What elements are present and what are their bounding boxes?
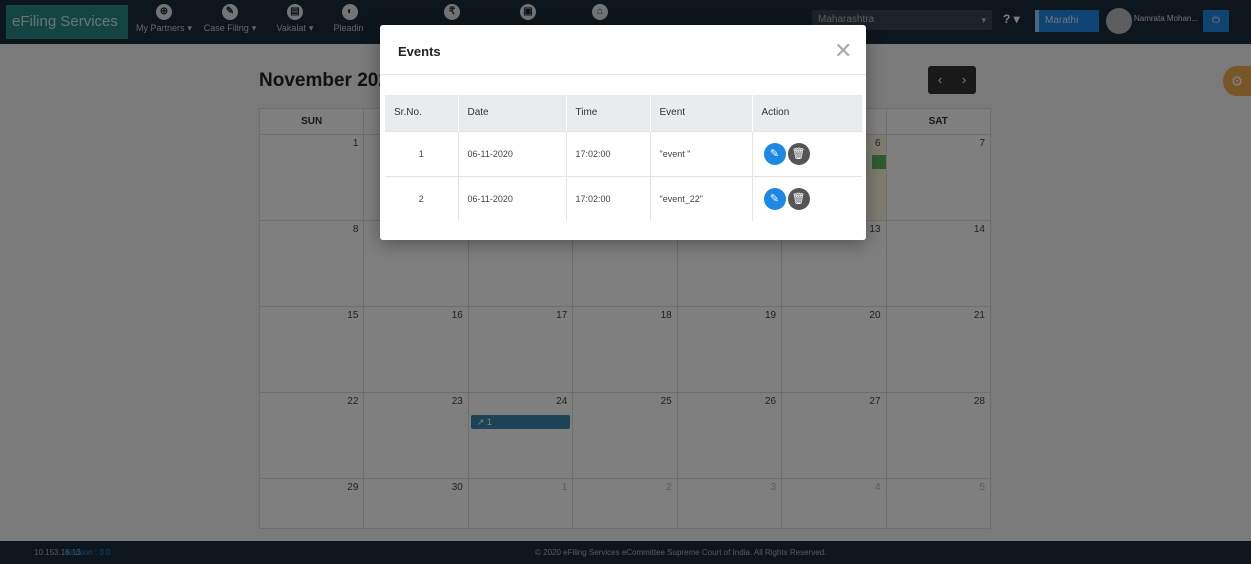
column-header: Action [752,95,862,131]
modal-header: Events ✕ [380,25,866,75]
column-header: Event [650,95,753,131]
event-cell: "event " [650,130,753,176]
date-cell: 06-11-2020 [458,175,567,221]
delete-button[interactable]: 🗑 [787,142,810,165]
edit-button[interactable]: ✎ [763,142,786,165]
table-row: 2 06-11-2020 17:02:00 "event_22" ✎ 🗑 [385,175,862,221]
table-row: 1 06-11-2020 17:02:00 "event " ✎ 🗑 [385,130,862,176]
column-header: Time [566,95,651,131]
action-cell: ✎ 🗑 [752,130,862,176]
action-cell: ✎ 🗑 [752,175,862,221]
sr-no-cell: 2 [385,175,459,221]
event-cell: "event_22" [650,175,753,221]
time-cell: 17:02:00 [566,175,651,221]
sr-no-cell: 1 [385,130,459,176]
column-header: Sr.No. [385,95,459,131]
events-table: Sr.No. Date Time Event Action 1 06-11-2020 17:… [385,95,862,221]
modal-title: Events [398,44,441,59]
date-cell: 06-11-2020 [458,130,567,176]
edit-button[interactable]: ✎ [763,187,786,210]
close-icon[interactable]: ✕ [834,38,852,64]
column-header: Date [458,95,567,131]
events-modal: Events ✕ Sr.No. Date Time Event Action 1 06-1… [380,25,866,240]
time-cell: 17:02:00 [566,130,651,176]
delete-button[interactable]: 🗑 [787,187,810,210]
